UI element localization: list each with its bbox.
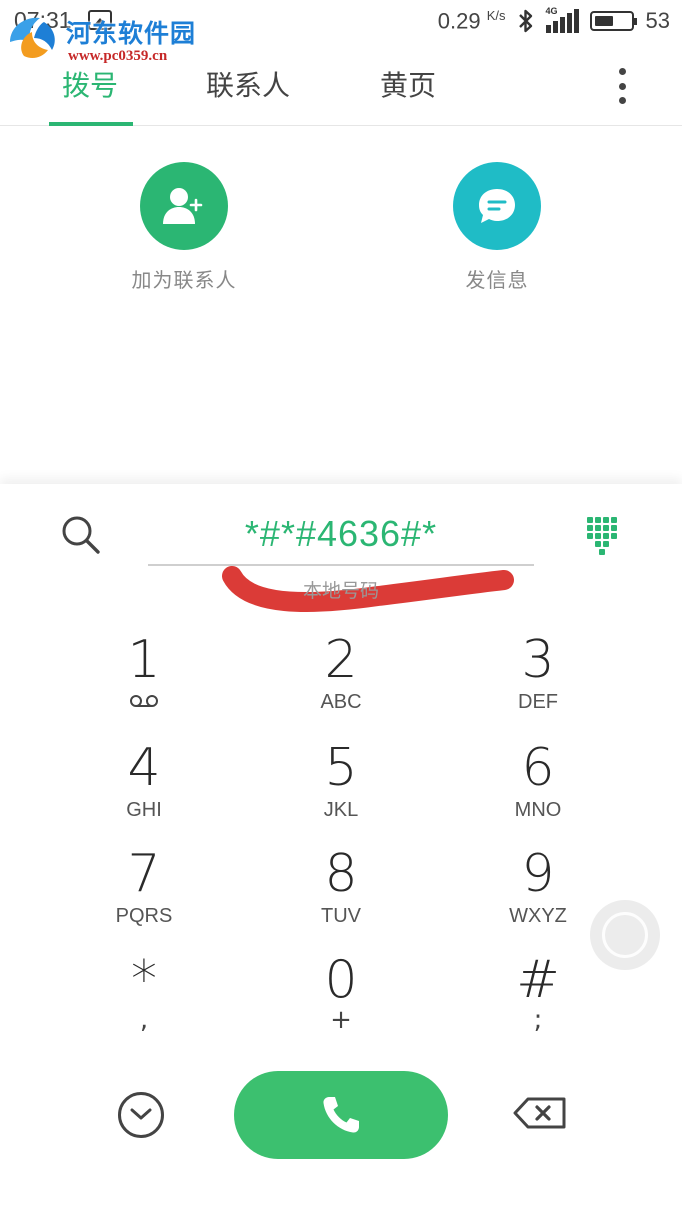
voicemail-icon [130,695,158,707]
dial-panel: *#*#4636#* 本地号码 1 2 ABC 3 DEF 4 GHI 5 JK… [0,484,682,1212]
key-sub-symbol: ; [533,1005,543,1035]
key-letters: PQRS [115,905,173,927]
more-dot-icon [618,68,626,75]
key-digit: 8 [324,844,358,904]
add-person-icon [163,188,203,224]
key-letters: MNO [514,799,562,821]
status-time: 07:31 [14,7,72,33]
bluetooth-icon [518,9,532,33]
more-options-button[interactable] [610,66,634,106]
status-bar: 07:31 0.29 K/s 4G 53 [0,0,682,44]
key-digit: 0 [324,950,358,1010]
key-digit: 7 [127,844,161,904]
key-4[interactable]: 4 GHI [44,740,244,844]
message-bubble-icon [479,189,515,223]
key-digit: 6 [521,738,555,798]
network-type-label: 4G [545,6,558,16]
image-notification-icon [88,10,112,30]
phone-icon [323,1097,359,1133]
key-digit: * [131,950,157,1010]
collapse-keypad-button[interactable] [118,1092,164,1138]
call-button[interactable] [234,1071,448,1159]
key-letters: TUV [321,905,361,927]
key-digit: 2 [324,630,358,690]
send-message-button[interactable]: 发信息 [407,162,587,293]
key-digit: 9 [521,844,555,904]
key-letters: JKL [323,799,359,821]
floating-assist-button[interactable] [590,900,660,970]
key-hash[interactable]: # ; [438,952,638,1056]
key-2[interactable]: 2 ABC [241,632,441,736]
battery-icon [589,11,637,31]
key-digit: 1 [127,630,161,690]
key-sub-symbol: , [139,1005,149,1035]
dialed-number: *#*#4636#* [244,513,438,554]
add-contact-button[interactable]: 加为联系人 [94,162,274,293]
send-message-label: 发信息 [465,268,529,292]
tab-dial[interactable]: 拨号 [62,64,118,104]
status-indicators: 0.29 K/s 4G 53 [438,6,670,36]
battery-fill [594,16,613,26]
more-dot-icon [618,82,626,90]
send-message-circle [453,162,541,250]
chevron-down-icon [130,1108,152,1120]
add-contact-label: 加为联系人 [131,268,237,292]
add-contact-circle [140,162,228,250]
dialed-number-field[interactable]: *#*#4636#* [148,508,534,566]
tab-contacts[interactable]: 联系人 [206,64,290,104]
key-8[interactable]: 8 TUV [241,846,441,950]
search-icon[interactable] [58,512,104,558]
key-digit: 5 [324,738,358,798]
key-0[interactable]: 0 + [241,952,441,1056]
active-tab-indicator [49,122,133,126]
key-sub-symbol: + [330,1005,352,1035]
cellular-signal-icon: 4G [545,6,580,33]
key-6[interactable]: 6 MNO [438,740,638,844]
network-speed-value: 0.29 [437,8,481,34]
key-1[interactable]: 1 [44,632,244,736]
number-location-label: 本地号码 [302,580,379,602]
more-dot-icon [618,97,626,104]
network-speed-unit: K/s [486,7,506,23]
tab-bar: 拨号 联系人 黄页 [0,56,682,126]
key-3[interactable]: 3 DEF [438,632,638,736]
key-5[interactable]: 5 JKL [241,740,441,844]
tab-yellow-pages[interactable]: 黄页 [380,64,436,104]
network-speed: 0.29 K/s [438,8,506,34]
key-letters: ABC [320,691,362,713]
key-7[interactable]: 7 PQRS [44,846,244,950]
key-star[interactable]: * , [44,952,244,1056]
keypad-grid-icon[interactable] [584,514,620,555]
key-digit: 4 [127,738,161,798]
backspace-icon[interactable] [512,1096,568,1130]
key-letters: GHI [126,799,162,821]
key-letters: DEF [518,691,558,713]
key-digit: 3 [521,630,555,690]
battery-level: 53 [645,8,670,33]
